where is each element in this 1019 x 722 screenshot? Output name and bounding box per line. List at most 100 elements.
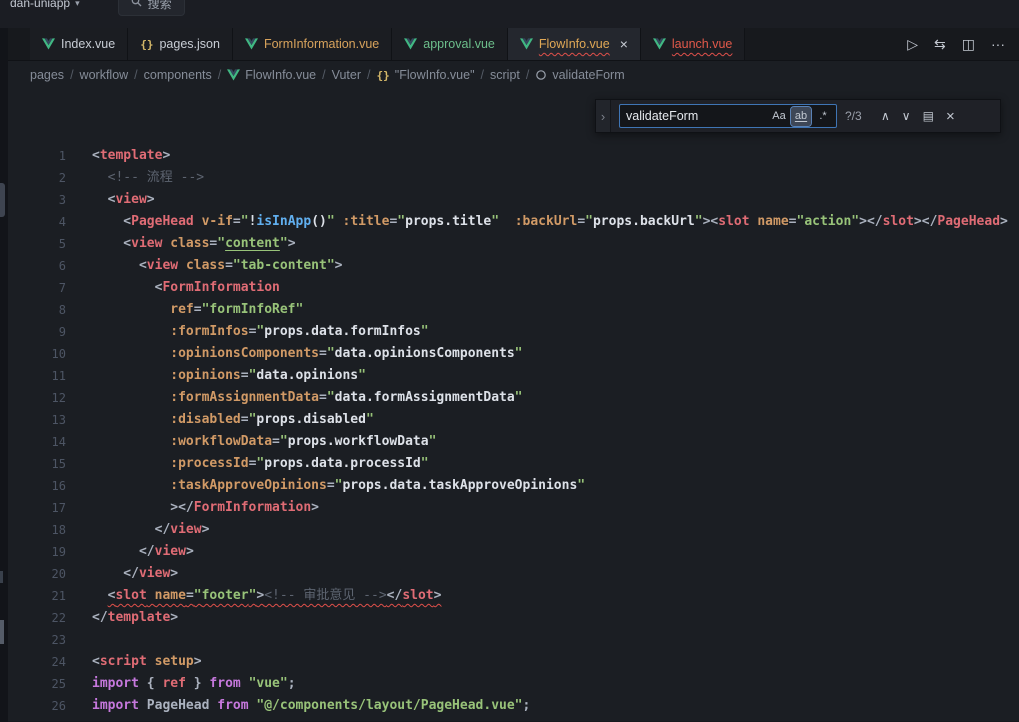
find-in-selection-button[interactable]: ▤: [921, 109, 936, 123]
tab-approval.vue[interactable]: approval.vue: [392, 28, 508, 60]
line-number[interactable]: 12: [0, 387, 66, 409]
code-line[interactable]: 22</template>: [0, 607, 1019, 629]
line-number[interactable]: 21: [0, 585, 66, 607]
tab-FlowInfo.vue[interactable]: FlowInfo.vue×: [508, 28, 641, 60]
line-number[interactable]: 1: [0, 145, 66, 167]
line-number[interactable]: 7: [0, 277, 66, 299]
line-number[interactable]: 24: [0, 651, 66, 673]
code-line[interactable]: 14 :workflowData="props.workflowData": [0, 431, 1019, 453]
tab-FormInformation.vue[interactable]: FormInformation.vue: [233, 28, 392, 60]
tab-launch.vue[interactable]: launch.vue: [641, 28, 745, 60]
find-input[interactable]: [620, 109, 769, 123]
line-number[interactable]: 26: [0, 695, 66, 717]
breadcrumb-item-validateForm[interactable]: validateForm: [535, 68, 624, 82]
code-line[interactable]: 25import { ref } from "vue";: [0, 673, 1019, 695]
line-number[interactable]: 15: [0, 453, 66, 475]
line-number[interactable]: 11: [0, 365, 66, 387]
code-line[interactable]: 3 <view>: [0, 189, 1019, 211]
line-number[interactable]: 2: [0, 167, 66, 189]
code-line[interactable]: 15 :processId="props.data.processId": [0, 453, 1019, 475]
code-line[interactable]: 26import PageHead from "@/components/lay…: [0, 695, 1019, 717]
open-changes-button[interactable]: ⇆: [934, 36, 946, 53]
line-number[interactable]: 19: [0, 541, 66, 563]
code-line[interactable]: 18 </view>: [0, 519, 1019, 541]
code-line[interactable]: 5 <view class="content">: [0, 233, 1019, 255]
breadcrumb-item-components[interactable]: components: [144, 68, 212, 82]
code-line-content: :disabled="props.disabled": [66, 409, 374, 431]
line-number[interactable]: 23: [0, 629, 66, 651]
code-line[interactable]: 24<script setup>: [0, 651, 1019, 673]
line-number[interactable]: 10: [0, 343, 66, 365]
code-line[interactable]: 9 :formInfos="props.data.formInfos": [0, 321, 1019, 343]
code-line[interactable]: 17 ></FormInformation>: [0, 497, 1019, 519]
regex-button[interactable]: .*: [813, 107, 833, 126]
line-number[interactable]: 4: [0, 211, 66, 233]
breadcrumb-item-FlowInfo.vue[interactable]: FlowInfo.vue: [227, 68, 316, 82]
code-line[interactable]: 19 </view>: [0, 541, 1019, 563]
tab-label: FormInformation.vue: [264, 37, 379, 51]
code-line[interactable]: 6 <view class="tab-content">: [0, 255, 1019, 277]
code-line[interactable]: 8 ref="formInfoRef": [0, 299, 1019, 321]
code-line[interactable]: 7 <FormInformation: [0, 277, 1019, 299]
search-box[interactable]: 搜索: [118, 0, 185, 16]
split-editor-button[interactable]: ◫: [962, 36, 975, 53]
line-number[interactable]: 16: [0, 475, 66, 497]
close-icon[interactable]: ×: [620, 37, 628, 51]
code-line-content: <FormInformation: [66, 277, 280, 299]
tab-pages.json[interactable]: {}pages.json: [128, 28, 233, 60]
whole-word-button[interactable]: ab: [791, 107, 811, 126]
line-number[interactable]: 8: [0, 299, 66, 321]
run-button[interactable]: ▷: [907, 36, 918, 53]
activity-bar-indicator: [0, 183, 5, 217]
line-number[interactable]: 14: [0, 431, 66, 453]
breadcrumb-item-FlowInfo.vue[interactable]: {}"FlowInfo.vue": [377, 68, 475, 82]
find-next-button[interactable]: ∨: [900, 109, 913, 123]
match-case-button[interactable]: Aa: [769, 107, 789, 126]
breadcrumb-label: components: [144, 68, 212, 82]
tab-Index.vue[interactable]: Index.vue: [30, 28, 128, 60]
code-line[interactable]: 10 :opinionsComponents="data.opinionsCom…: [0, 343, 1019, 365]
breadcrumb-item-workflow[interactable]: workflow: [80, 68, 129, 82]
breadcrumb-item-script[interactable]: script: [490, 68, 520, 82]
breadcrumb-item-pages[interactable]: pages: [30, 68, 64, 82]
line-number[interactable]: 20: [0, 563, 66, 585]
code-line[interactable]: 2 <!-- 流程 -->: [0, 167, 1019, 189]
find-previous-button[interactable]: ∧: [879, 109, 892, 123]
code-editor[interactable]: › Aa ab .* ?/3 ∧ ∨ ▤ × 1<template>2 <!--…: [0, 89, 1019, 721]
line-number[interactable]: 6: [0, 255, 66, 277]
code-line[interactable]: 13 :disabled="props.disabled": [0, 409, 1019, 431]
code-line[interactable]: 11 :opinions="data.opinions": [0, 365, 1019, 387]
breadcrumb-label: Vuter: [332, 68, 361, 82]
code-line-content: <view>: [66, 189, 155, 211]
breadcrumb-separator: /: [218, 68, 221, 82]
code-line[interactable]: 23: [0, 629, 1019, 651]
json-icon: {}: [377, 69, 390, 82]
breadcrumb-label: FlowInfo.vue: [245, 68, 316, 82]
line-number[interactable]: 5: [0, 233, 66, 255]
code-line[interactable]: 1<template>: [0, 145, 1019, 167]
line-number[interactable]: 3: [0, 189, 66, 211]
line-number[interactable]: 18: [0, 519, 66, 541]
json-icon: {}: [140, 38, 153, 51]
code-line[interactable]: 16 :taskApproveOpinions="props.data.task…: [0, 475, 1019, 497]
more-actions-button[interactable]: ···: [991, 36, 1005, 52]
tab-bar-tabs: Index.vue{}pages.json FormInformation.vue…: [30, 28, 745, 60]
app-menu[interactable]: dan-uniapp ▾: [10, 0, 80, 10]
breadcrumb-label: pages: [30, 68, 64, 82]
code-line[interactable]: 21 <slot name="footer"><!-- 审批意见 --></sl…: [0, 585, 1019, 607]
find-close-button[interactable]: ×: [944, 108, 957, 125]
code-line[interactable]: 20 </view>: [0, 563, 1019, 585]
line-number[interactable]: 17: [0, 497, 66, 519]
code-line[interactable]: 12 :formAssignmentData="data.formAssignm…: [0, 387, 1019, 409]
chevron-down-icon: ▾: [75, 0, 80, 9]
code-line-content: :taskApproveOpinions="props.data.taskApp…: [66, 475, 585, 497]
code-line[interactable]: 4 <PageHead v-if="!isInApp()" :title="pr…: [0, 211, 1019, 233]
code-line-content: </view>: [66, 563, 178, 585]
breadcrumb-item-Vuter[interactable]: Vuter: [332, 68, 361, 82]
toggle-replace-button[interactable]: ›: [596, 100, 611, 132]
line-number[interactable]: 13: [0, 409, 66, 431]
code-line-content: <!-- 流程 -->: [66, 167, 204, 189]
line-number[interactable]: 25: [0, 673, 66, 695]
line-number[interactable]: 9: [0, 321, 66, 343]
line-number[interactable]: 22: [0, 607, 66, 629]
